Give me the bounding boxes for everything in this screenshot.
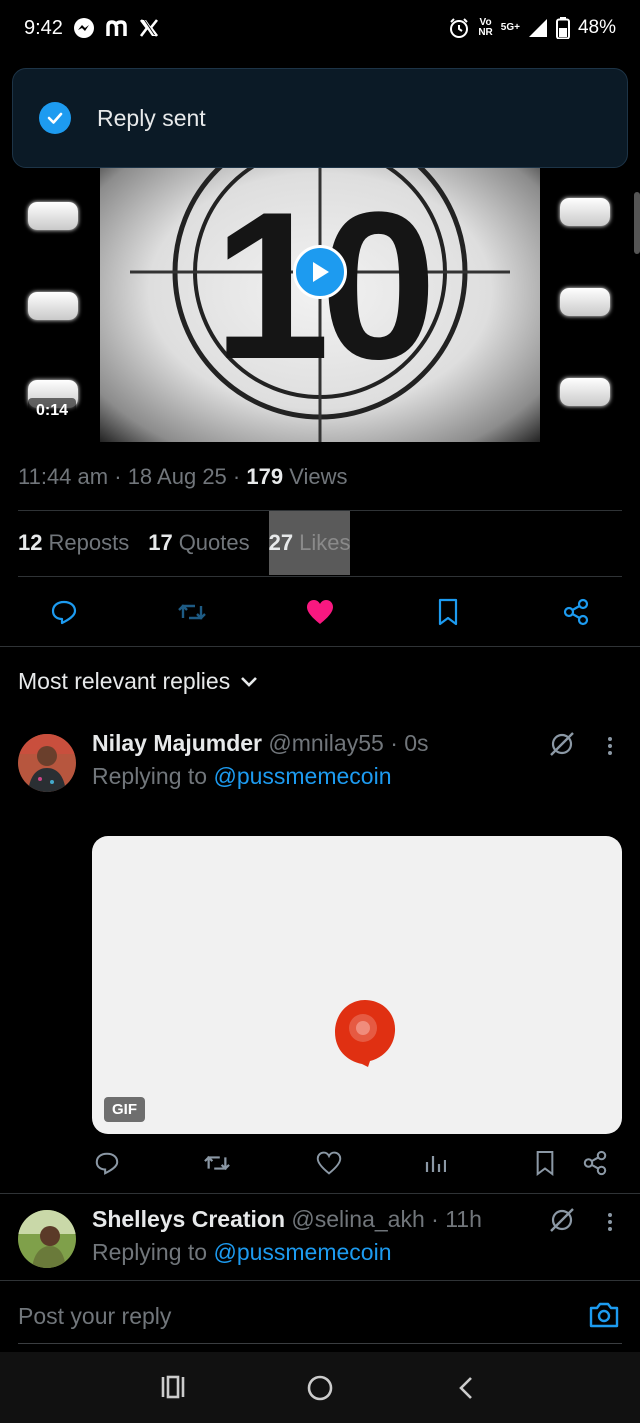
reposts-stat[interactable]: 12 Reposts	[18, 511, 129, 575]
bookmark-icon[interactable]	[432, 596, 464, 628]
divider	[18, 576, 622, 577]
home-icon[interactable]	[306, 1374, 334, 1407]
author-handle: @mnilay55	[268, 730, 384, 756]
film-sprocket	[560, 198, 610, 226]
separator: ·	[431, 1206, 439, 1232]
scrollbar[interactable]	[634, 192, 640, 254]
m-icon	[105, 18, 129, 38]
replying-label: Replying to	[92, 1239, 208, 1265]
reply-time: 0s	[404, 730, 429, 756]
sort-label: Most relevant replies	[18, 668, 231, 694]
views-label: Views	[289, 464, 348, 489]
divider	[0, 1193, 640, 1194]
network-type: 5G+	[500, 22, 520, 33]
film-sprocket	[28, 292, 78, 320]
grok-icon[interactable]	[548, 730, 576, 763]
reply-input[interactable]	[18, 1303, 558, 1330]
divider	[18, 1343, 622, 1344]
back-icon[interactable]	[456, 1374, 476, 1407]
gif-media[interactable]: GIF	[92, 836, 622, 1134]
more-icon[interactable]	[600, 734, 620, 763]
sort-replies-dropdown[interactable]: Most relevant replies	[18, 668, 258, 695]
reply-time: 11h	[445, 1206, 482, 1232]
reply-icon[interactable]	[48, 596, 80, 628]
video-duration: 0:14	[28, 398, 77, 424]
system-nav-bar	[0, 1352, 640, 1423]
battery-icon	[555, 17, 570, 39]
author-name: Nilay Majumder	[92, 730, 262, 756]
repost-icon[interactable]	[202, 1150, 232, 1181]
battery-percent: 48%	[577, 17, 616, 38]
reply-icon[interactable]	[94, 1150, 120, 1181]
share-icon[interactable]	[560, 596, 592, 628]
replying-to: Replying to @pussmemecoin	[92, 1239, 392, 1266]
author-handle: @selina_akh	[291, 1206, 425, 1232]
replying-handle[interactable]: @pussmemecoin	[213, 1239, 391, 1265]
heart-icon[interactable]	[304, 596, 336, 628]
grok-icon[interactable]	[548, 1206, 576, 1239]
check-icon	[39, 102, 71, 134]
post-date: 18 Aug 25	[127, 464, 227, 489]
views-count: 179	[246, 464, 284, 489]
replying-label: Replying to	[92, 763, 208, 789]
alarm-icon	[448, 17, 470, 39]
heart-icon[interactable]	[316, 1150, 342, 1181]
replying-to: Replying to @pussmemecoin	[92, 763, 392, 790]
x-logo-icon	[139, 18, 159, 38]
reply-composer	[0, 1280, 640, 1352]
avatar[interactable]	[18, 1210, 76, 1268]
reply-sent-toast: Reply sent	[12, 68, 628, 168]
chevron-down-icon	[241, 676, 258, 687]
gif-image	[335, 1000, 396, 1067]
separator: ·	[114, 464, 122, 489]
post-time: 11:44 am	[18, 464, 109, 489]
messenger-icon	[73, 17, 95, 39]
film-sprocket	[28, 202, 78, 230]
film-sprocket	[560, 288, 610, 316]
recents-icon[interactable]	[160, 1374, 186, 1405]
reply-actions	[92, 1146, 622, 1182]
likes-stat[interactable]: 27 Likes	[268, 511, 351, 575]
separator: ·	[232, 464, 241, 489]
status-bar: 9:42 Vo NR 5G+ 48%	[0, 0, 640, 56]
post-actions	[18, 586, 622, 638]
reply-author: Nilay Majumder @mnilay55 · 0s	[92, 730, 429, 757]
author-name: Shelleys Creation	[92, 1206, 286, 1232]
replying-handle[interactable]: @pussmemecoin	[213, 763, 391, 789]
avatar[interactable]	[18, 734, 76, 792]
video-player[interactable]: 10 0:14	[18, 140, 622, 442]
analytics-icon[interactable]	[424, 1150, 447, 1181]
signal-icon	[528, 18, 548, 38]
repost-icon[interactable]	[176, 596, 208, 628]
bookmark-icon[interactable]	[534, 1150, 556, 1181]
separator: ·	[390, 730, 398, 756]
camera-icon[interactable]	[588, 1301, 620, 1334]
volte-label: Vo NR	[478, 17, 493, 38]
post-stats: 12 Reposts 17 Quotes 27 Likes	[18, 511, 351, 575]
gif-badge: GIF	[104, 1097, 145, 1122]
quotes-stat[interactable]: 17 Quotes	[148, 511, 249, 575]
toast-text: Reply sent	[97, 104, 206, 131]
play-icon	[313, 262, 329, 282]
reply-author: Shelleys Creation @selina_akh · 11h	[92, 1206, 482, 1233]
play-button[interactable]	[293, 245, 347, 299]
post-timestamp: 11:44 am · 18 Aug 25 · 179 Views	[18, 464, 348, 490]
share-icon[interactable]	[582, 1150, 608, 1181]
film-sprocket	[560, 378, 610, 406]
more-icon[interactable]	[600, 1210, 620, 1239]
status-time: 9:42	[24, 16, 63, 39]
divider	[0, 646, 640, 647]
